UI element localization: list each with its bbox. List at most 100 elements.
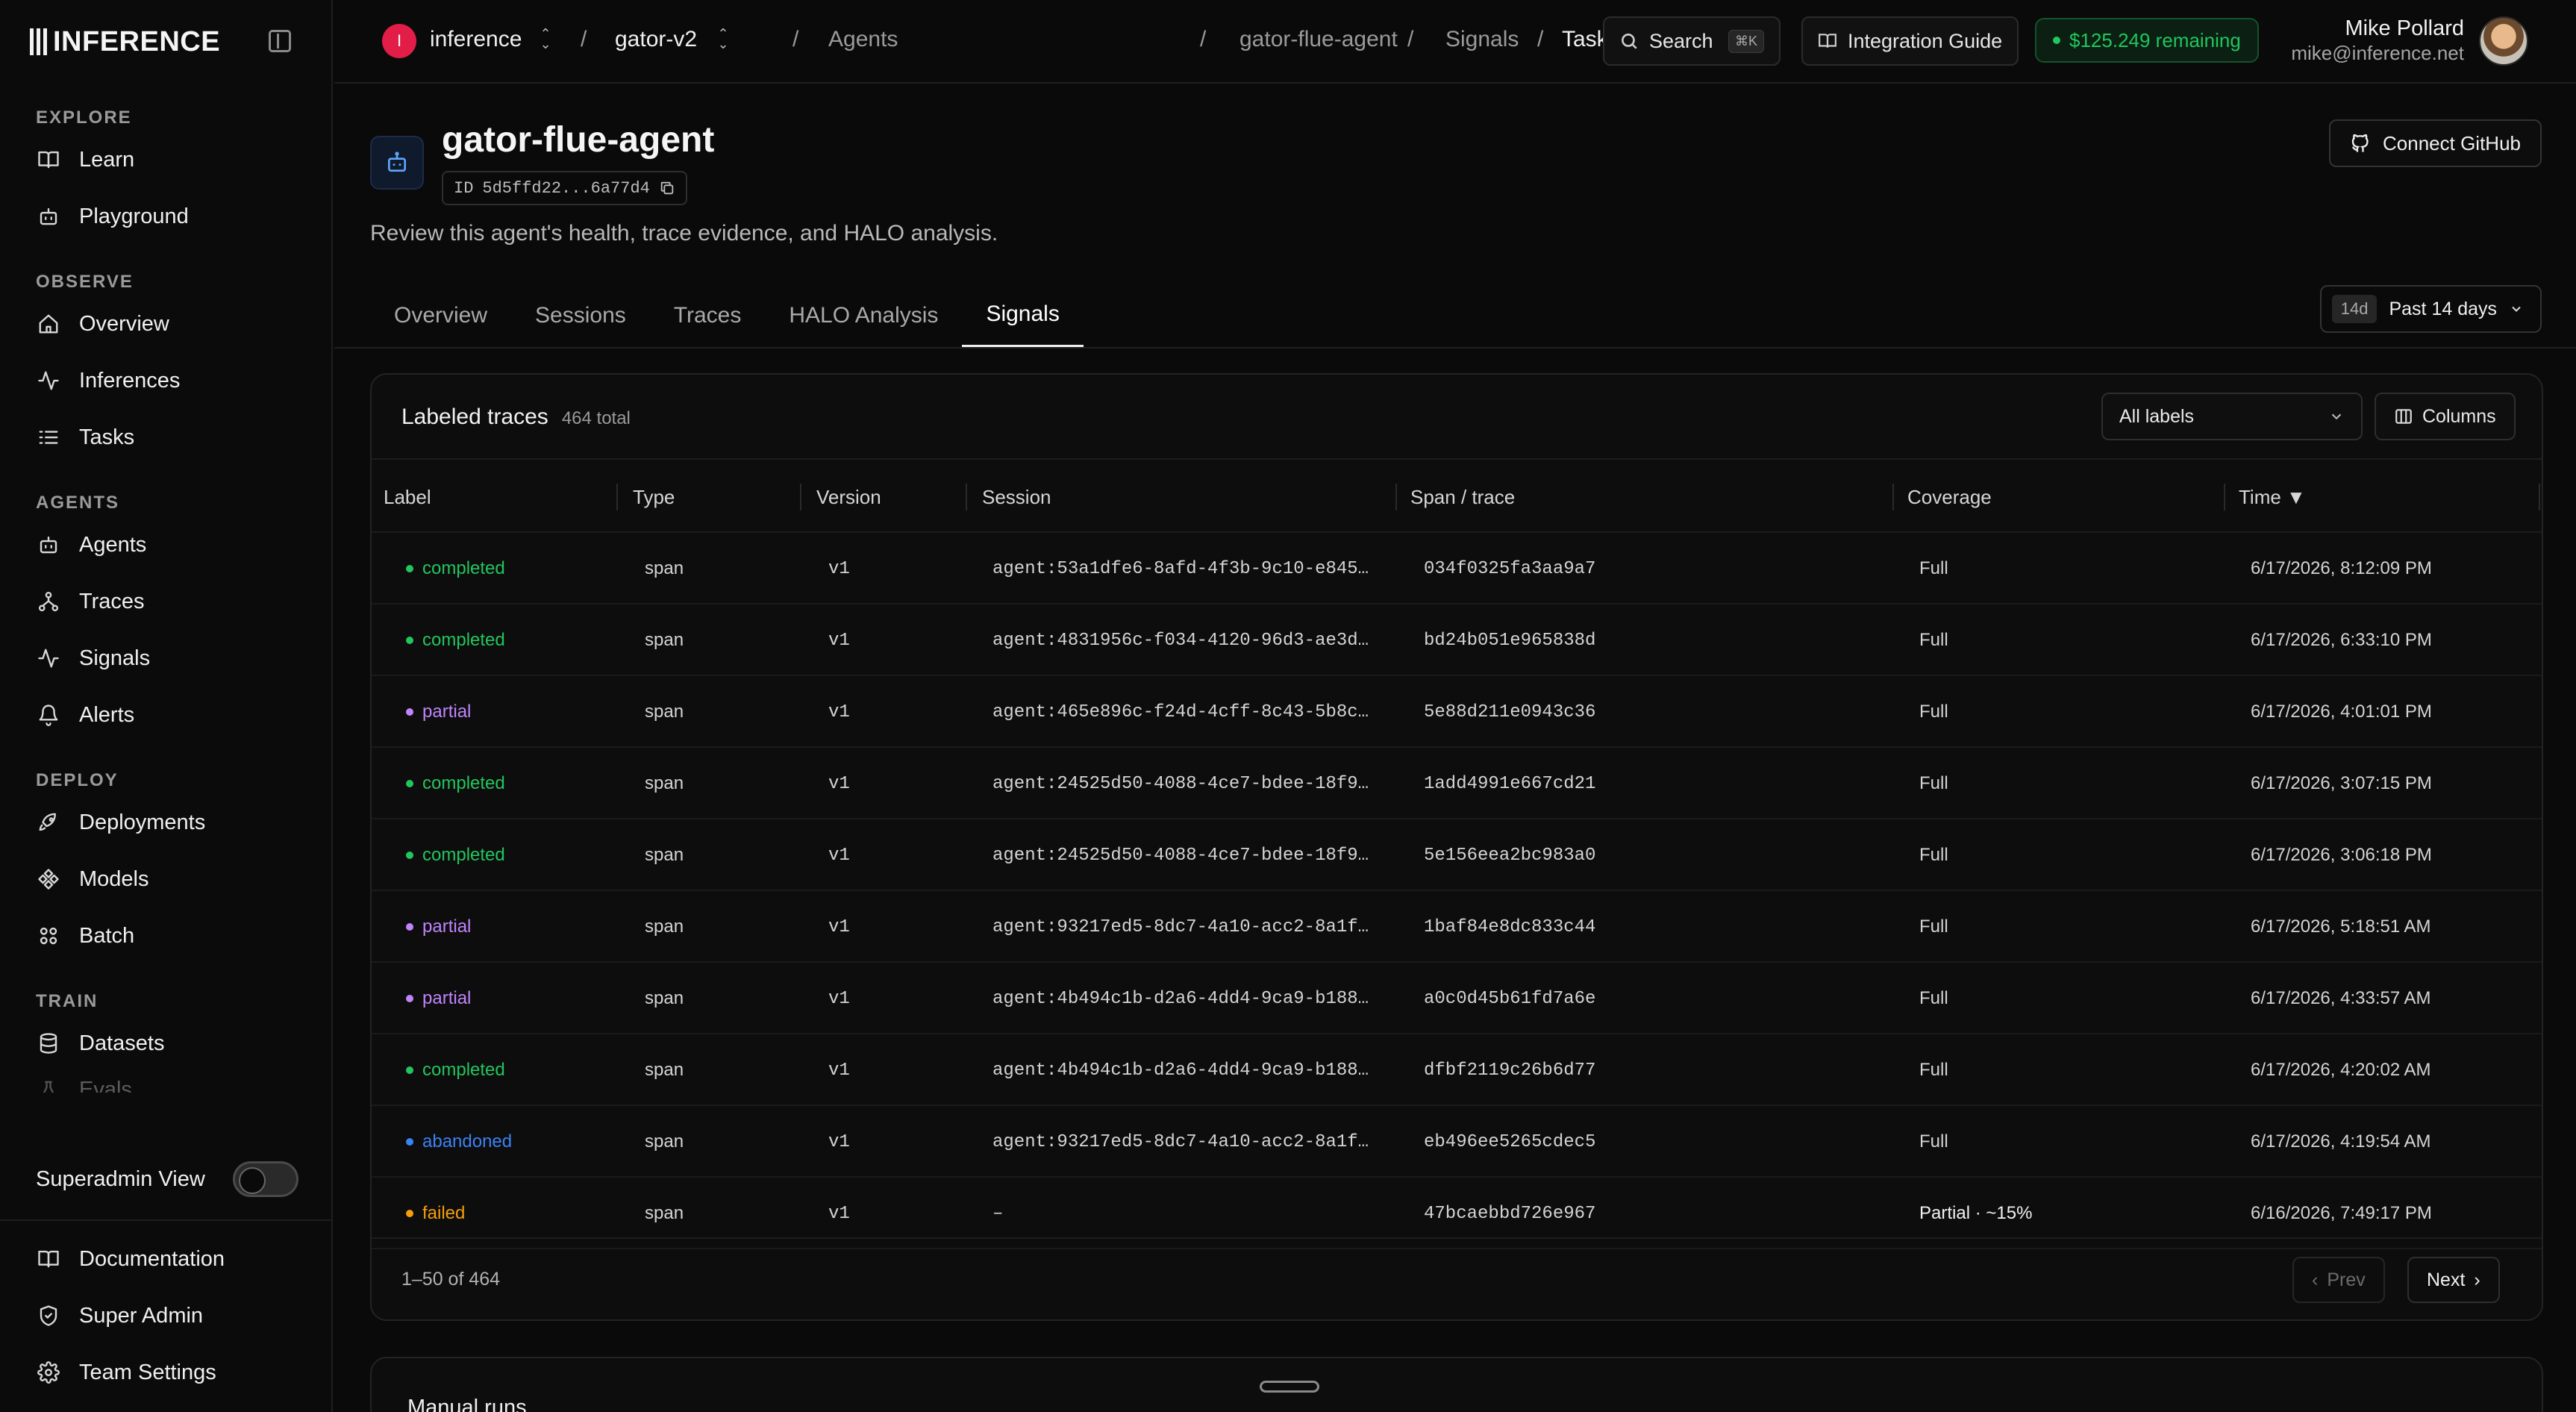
sidebar-item-tasks[interactable]: Tasks [30, 415, 306, 460]
breadcrumb-item[interactable]: gator-flue-agent [1239, 27, 1398, 52]
project-chevron-updown-icon[interactable]: ⌃ ⌄ [716, 27, 730, 51]
cell-session: agent:24525d50-4088-4ce7-bdee-18f9… [992, 773, 1369, 794]
table-row[interactable]: partial span v1 agent:4b494c1b-d2a6-4dd4-9c… [372, 963, 2542, 1034]
sidebar-item-label: Inferences [79, 368, 181, 393]
sidebar-item-alerts[interactable]: Alerts [30, 693, 306, 737]
sidebar-item-evals[interactable]: Evals [30, 1078, 306, 1093]
cell-version: v1 [828, 773, 850, 794]
column-resize-handle[interactable] [1395, 484, 1397, 510]
gear-icon-wrap [36, 1360, 61, 1385]
drag-handle[interactable] [1260, 1381, 1319, 1393]
column-resize-handle[interactable] [1892, 484, 1894, 510]
sidebar-item-overview[interactable]: Overview [30, 302, 306, 346]
project-switcher[interactable]: gator-v2 [615, 27, 697, 52]
sidebar-item-agents[interactable]: Agents [30, 522, 306, 567]
column-header[interactable]: Time ▼ [2239, 460, 2306, 534]
table-row[interactable]: completed span v1 agent:4b494c1b-d2a6-4dd4-… [372, 1034, 2542, 1106]
rocket-icon-wrap [36, 810, 61, 835]
sidebar-collapse-icon[interactable] [269, 30, 291, 52]
sidebar-item-label: Datasets [79, 1031, 165, 1055]
status-dot [406, 852, 413, 859]
connect-github-button[interactable]: Connect GitHub [2329, 119, 2542, 167]
sidebar-item-label: Playground [79, 204, 189, 228]
cell-time: 6/17/2026, 3:07:15 PM [2251, 773, 2432, 793]
column-resize-handle[interactable] [800, 484, 801, 510]
org-switcher[interactable]: inference [430, 27, 522, 52]
chevron-down-icon [2331, 413, 2342, 420]
table-row[interactable]: completed span v1 agent:4831956c-f034-4120-… [372, 605, 2542, 676]
search-button[interactable]: Search ⌘K [1603, 16, 1781, 66]
org-avatar[interactable]: I [382, 24, 416, 58]
tab-overview[interactable]: Overview [370, 284, 511, 348]
table-row[interactable]: completed span v1 agent:53a1dfe6-8afd-4f3b-… [372, 533, 2542, 605]
integration-guide-label: Integration Guide [1848, 29, 2003, 52]
breadcrumb-item[interactable]: Agents [828, 27, 898, 52]
sidebar-item-traces[interactable]: Traces [30, 579, 306, 624]
table-row[interactable]: partial span v1 agent:465e896c-f24d-4cff-8c… [372, 676, 2542, 748]
superadmin-toggle[interactable] [233, 1161, 298, 1197]
column-resize-handle[interactable] [2539, 484, 2540, 510]
sidebar-item-label: Alerts [79, 702, 135, 727]
avatar[interactable] [2479, 16, 2528, 66]
breadcrumb-item[interactable]: Signals [1445, 27, 1519, 52]
columns-icon [2395, 409, 2412, 424]
sidebar-item-models[interactable]: Models [30, 857, 306, 902]
column-header[interactable]: Session [982, 460, 1051, 534]
column-header[interactable]: Coverage [1907, 460, 1992, 534]
tab-signals[interactable]: Signals [962, 284, 1084, 348]
sidebar-item-learn[interactable]: Learn [30, 137, 306, 182]
tab-traces[interactable]: Traces [650, 284, 766, 348]
column-resize-handle[interactable] [2224, 484, 2225, 510]
date-range-picker[interactable]: 14d Past 14 days [2319, 285, 2542, 333]
chevron-left-icon: ‹ [2312, 1269, 2319, 1290]
column-header[interactable]: Label [384, 460, 431, 534]
sidebar-item-deployments[interactable]: Deployments [30, 800, 306, 845]
cell-label: completed [406, 748, 630, 819]
sidebar-item-datasets[interactable]: Datasets [30, 1021, 306, 1066]
sidebar-item-super-admin[interactable]: Super Admin [30, 1293, 306, 1338]
network-icon [38, 591, 59, 612]
org-chevron-updown-icon[interactable]: ⌃ ⌄ [539, 27, 552, 51]
agent-id-chip[interactable]: ID 5d5ffd22...6a77d4 [442, 171, 687, 205]
database-icon-wrap [36, 1031, 61, 1056]
table-row[interactable]: abandoned span v1 agent:93217ed5-8dc7-4a10-… [372, 1106, 2542, 1178]
sidebar-item-playground[interactable]: Playground [30, 194, 306, 239]
breadcrumb-separator: / [1407, 27, 1414, 51]
column-header[interactable]: Type [633, 460, 675, 534]
sidebar-item-batch[interactable]: Batch [30, 913, 306, 958]
tab-sessions[interactable]: Sessions [511, 284, 650, 348]
table-row[interactable]: partial span v1 agent:93217ed5-8dc7-4a10-ac… [372, 891, 2542, 963]
sidebar-item-inferences[interactable]: Inferences [30, 358, 306, 403]
cell-label: abandoned [406, 1106, 630, 1178]
column-resize-handle[interactable] [616, 484, 618, 510]
next-page-button[interactable]: Next › [2407, 1257, 2500, 1303]
cell-version: v1 [828, 916, 850, 937]
sidebar-item-signals[interactable]: Signals [30, 636, 306, 681]
brand-logo[interactable]: INFERENCE [30, 25, 220, 58]
column-resize-handle[interactable] [966, 484, 967, 510]
table-row[interactable]: completed span v1 agent:24525d50-4088-4ce7-… [372, 748, 2542, 819]
status-dot [406, 995, 413, 1002]
status-label: partial [422, 916, 472, 937]
sidebar: INFERENCE EXPLORE Learn Playground OBSERVE O… [0, 0, 333, 1412]
cell-time: 6/17/2026, 8:12:09 PM [2251, 558, 2432, 578]
label-filter-select[interactable]: All labels [2101, 393, 2363, 440]
manual-runs-card: Manual runs [370, 1357, 2543, 1412]
integration-guide-button[interactable]: Integration Guide [1801, 16, 2019, 66]
table-row[interactable]: completed span v1 agent:24525d50-4088-4ce7-… [372, 819, 2542, 891]
book-icon-wrap [36, 1246, 61, 1272]
cell-span: 5e156eea2bc983a0 [1424, 845, 1596, 866]
cell-session: agent:24525d50-4088-4ce7-bdee-18f9… [992, 845, 1369, 866]
column-header[interactable]: Span / trace [1410, 460, 1515, 534]
sidebar-item-documentation[interactable]: Documentation [30, 1237, 306, 1281]
column-header[interactable]: Version [816, 460, 881, 534]
tab-halo-analysis[interactable]: HALO Analysis [765, 284, 962, 348]
cell-label: completed [406, 605, 630, 676]
sidebar-item-label: Models [79, 866, 149, 891]
sidebar-item-team-settings[interactable]: Team Settings [30, 1350, 306, 1395]
copy-icon[interactable] [659, 180, 675, 196]
credit-badge[interactable]: $125.249 remaining [2035, 18, 2259, 63]
prev-page-button[interactable]: ‹ Prev [2292, 1257, 2385, 1303]
columns-button[interactable]: Columns [2375, 393, 2516, 440]
id-value: 5d5ffd22...6a77d4 [482, 178, 650, 198]
